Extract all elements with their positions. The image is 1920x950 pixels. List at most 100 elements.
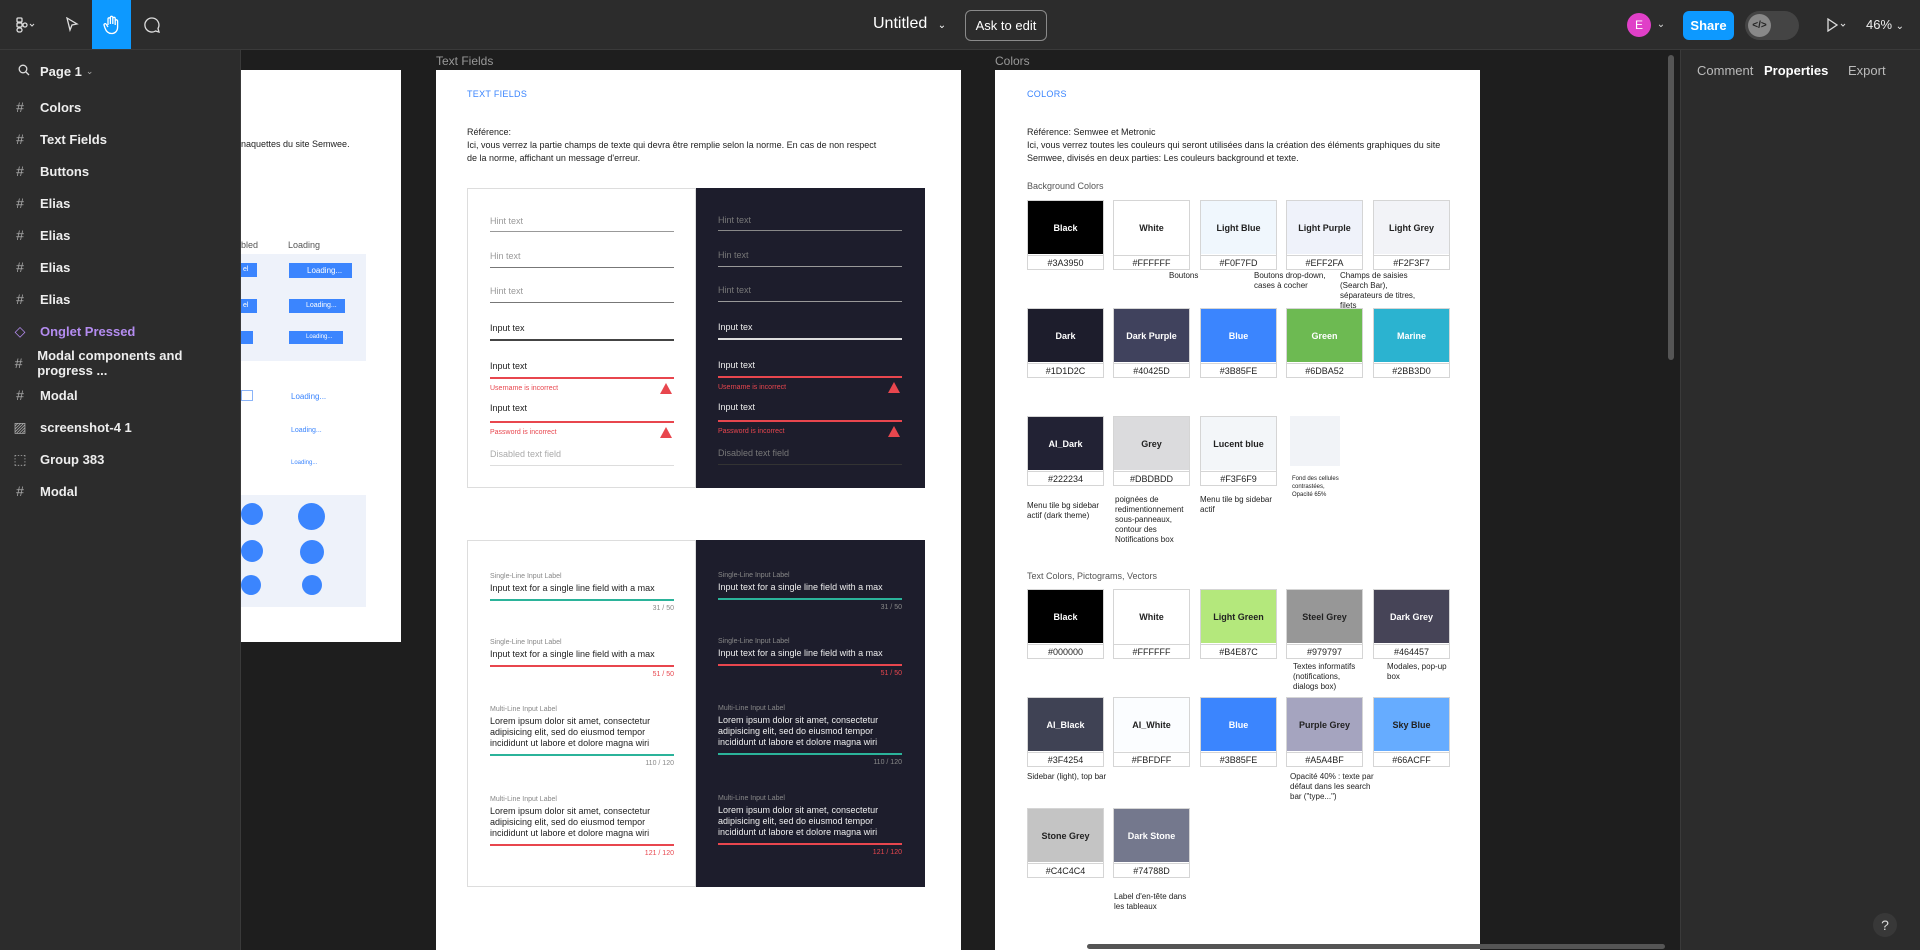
hint-text-hover[interactable]: Hin text xyxy=(718,250,749,260)
input-text-error[interactable]: Input text xyxy=(490,403,527,413)
multi-line-input[interactable]: Lorem ipsum dolor sit amet, consectetur … xyxy=(718,805,908,838)
chevron-down-icon[interactable]: ⌄ xyxy=(1655,0,1667,49)
color-swatch[interactable]: Light Purple #EFF2FA xyxy=(1286,200,1363,270)
color-swatch[interactable]: Dark Grey #464457 xyxy=(1373,589,1450,659)
color-swatch[interactable]: Dark #1D1D2C xyxy=(1027,308,1104,378)
input-text-error[interactable]: Input text xyxy=(718,402,755,412)
file-title[interactable]: Untitled ⌄ xyxy=(873,15,946,33)
color-swatch[interactable]: Sky Blue #66ACFF xyxy=(1373,697,1450,767)
spinner-icon[interactable] xyxy=(300,540,324,564)
loading-button[interactable]: Loading... xyxy=(289,299,345,313)
layer-item[interactable]: ▨ screenshot-4 1 xyxy=(0,411,241,443)
color-swatch[interactable]: Light Blue #F0F7FD xyxy=(1200,200,1277,270)
contrast-cell-swatch[interactable] xyxy=(1290,416,1340,466)
hint-text-focus[interactable]: Hint text xyxy=(490,286,523,296)
multi-line-input[interactable]: Lorem ipsum dolor sit amet, consectetur … xyxy=(490,806,680,839)
color-swatch[interactable]: AI_Black #3F4254 xyxy=(1027,697,1104,767)
layer-item[interactable]: # Elias xyxy=(0,219,241,251)
loading-button[interactable]: Loading... xyxy=(291,460,317,466)
color-swatch[interactable]: Marine #2BB3D0 xyxy=(1373,308,1450,378)
spinner-icon[interactable] xyxy=(302,575,322,595)
color-swatch[interactable]: Steel Grey #979797 xyxy=(1286,589,1363,659)
buttons-frame[interactable]: naquettes du site Semwee. bled Loading e… xyxy=(241,70,401,642)
loading-button[interactable]: Loading... xyxy=(289,263,352,278)
present-icon[interactable] xyxy=(1820,0,1854,49)
color-swatch[interactable]: White #FFFFFF xyxy=(1113,200,1190,270)
button-stub[interactable]: el xyxy=(241,299,257,313)
layer-item[interactable]: # Modal xyxy=(0,475,241,507)
layer-item[interactable]: # Elias xyxy=(0,251,241,283)
colors-frame[interactable]: COLORS Référence: Semwee et Metronic Ici… xyxy=(995,70,1480,950)
share-button[interactable]: Share xyxy=(1683,11,1734,40)
color-swatch[interactable]: Dark Stone #74788D xyxy=(1113,808,1190,878)
color-swatch[interactable]: AI_Dark #222234 xyxy=(1027,416,1104,486)
dev-mode-toggle[interactable]: </> xyxy=(1745,11,1799,40)
help-icon[interactable]: ? xyxy=(1873,913,1897,937)
page-name[interactable]: Page 1 xyxy=(40,64,82,79)
layer-item[interactable]: # Colors xyxy=(0,91,241,123)
color-swatch[interactable]: Purple Grey #A5A4BF xyxy=(1286,697,1363,767)
input-text-typing[interactable]: Input tex xyxy=(718,322,753,332)
input-text-typing[interactable]: Input tex xyxy=(490,323,525,333)
tab-properties[interactable]: Properties xyxy=(1764,63,1828,78)
check-icon[interactable] xyxy=(241,575,261,595)
button-stub[interactable] xyxy=(241,390,253,401)
multi-line-input[interactable]: Lorem ipsum dolor sit amet, consectetur … xyxy=(490,716,680,749)
loading-button[interactable]: Loading... xyxy=(291,427,322,434)
layer-item[interactable]: # Buttons xyxy=(0,155,241,187)
hint-text-hover[interactable]: Hin text xyxy=(490,251,521,261)
loading-button[interactable]: Loading... xyxy=(291,392,326,401)
tab-export[interactable]: Export xyxy=(1848,63,1886,78)
color-swatch[interactable]: Black #000000 xyxy=(1027,589,1104,659)
color-swatch[interactable]: Lucent blue #F3F6F9 xyxy=(1200,416,1277,486)
text-fields-frame[interactable]: TEXT FIELDS Référence: Ici, vous verrez … xyxy=(436,70,961,950)
single-line-input[interactable]: Input text for a single line field with … xyxy=(490,583,680,594)
single-line-input[interactable]: Input text for a single line field with … xyxy=(490,649,680,660)
hand-tool-icon[interactable] xyxy=(92,0,131,49)
hint-text-focus[interactable]: Hint text xyxy=(718,285,751,295)
spinner-icon[interactable] xyxy=(298,503,325,530)
layer-item[interactable]: ⬚ Group 383 xyxy=(0,443,241,475)
color-swatch[interactable]: Blue #3B85FE xyxy=(1200,308,1277,378)
color-swatch[interactable]: Stone Grey #C4C4C4 xyxy=(1027,808,1104,878)
layer-item[interactable]: # Text Fields xyxy=(0,123,241,155)
button-stub[interactable]: el xyxy=(241,263,257,277)
figma-menu-icon[interactable] xyxy=(10,0,42,49)
color-swatch[interactable]: Dark Purple #40425D xyxy=(1113,308,1190,378)
frame-label-text-fields[interactable]: Text Fields xyxy=(436,54,493,68)
input-text-error[interactable]: Input text xyxy=(490,361,527,371)
layer-item[interactable]: # Elias xyxy=(0,187,241,219)
move-tool-icon[interactable] xyxy=(56,0,88,49)
layer-item[interactable]: # Modal xyxy=(0,379,241,411)
color-swatch[interactable]: Grey #DBDBDD xyxy=(1113,416,1190,486)
field-underline xyxy=(490,231,674,232)
check-icon[interactable] xyxy=(241,503,263,525)
multi-line-input[interactable]: Lorem ipsum dolor sit amet, consectetur … xyxy=(718,715,908,748)
color-swatch[interactable]: Black #3A3950 xyxy=(1027,200,1104,270)
color-swatch[interactable]: Light Green #B4E87C xyxy=(1200,589,1277,659)
button-stub[interactable] xyxy=(241,331,253,344)
avatar[interactable]: E xyxy=(1627,13,1651,37)
single-line-input[interactable]: Input text for a single line field with … xyxy=(718,582,908,593)
tab-comment[interactable]: Comment xyxy=(1697,63,1753,78)
layer-item[interactable]: # Modal components and progress ... xyxy=(0,347,241,379)
loading-button[interactable]: Loading... xyxy=(289,331,343,344)
page-selector[interactable]: Page 1 ⌄ xyxy=(18,64,93,79)
zoom-level[interactable]: 46% ⌄ xyxy=(1866,17,1904,32)
comment-tool-icon[interactable] xyxy=(136,0,168,49)
color-swatch[interactable]: Blue #3B85FE xyxy=(1200,697,1277,767)
horizontal-scrollbar[interactable] xyxy=(1087,944,1665,949)
input-text-error[interactable]: Input text xyxy=(718,360,755,370)
frame-label-colors[interactable]: Colors xyxy=(995,54,1030,68)
vertical-scrollbar[interactable] xyxy=(1668,55,1674,360)
layer-item[interactable]: ◇ Onglet Pressed xyxy=(0,315,241,347)
single-line-input[interactable]: Input text for a single line field with … xyxy=(718,648,908,659)
check-icon[interactable] xyxy=(241,540,263,562)
color-swatch[interactable]: Green #6DBA52 xyxy=(1286,308,1363,378)
search-icon[interactable] xyxy=(18,64,30,79)
layer-item[interactable]: # Elias xyxy=(0,283,241,315)
color-swatch[interactable]: White #FFFFFF xyxy=(1113,589,1190,659)
color-swatch[interactable]: Light Grey #F2F3F7 xyxy=(1373,200,1450,270)
color-swatch[interactable]: AI_White #FBFDFF xyxy=(1113,697,1190,767)
ask-to-edit-button[interactable]: Ask to edit xyxy=(965,10,1047,41)
